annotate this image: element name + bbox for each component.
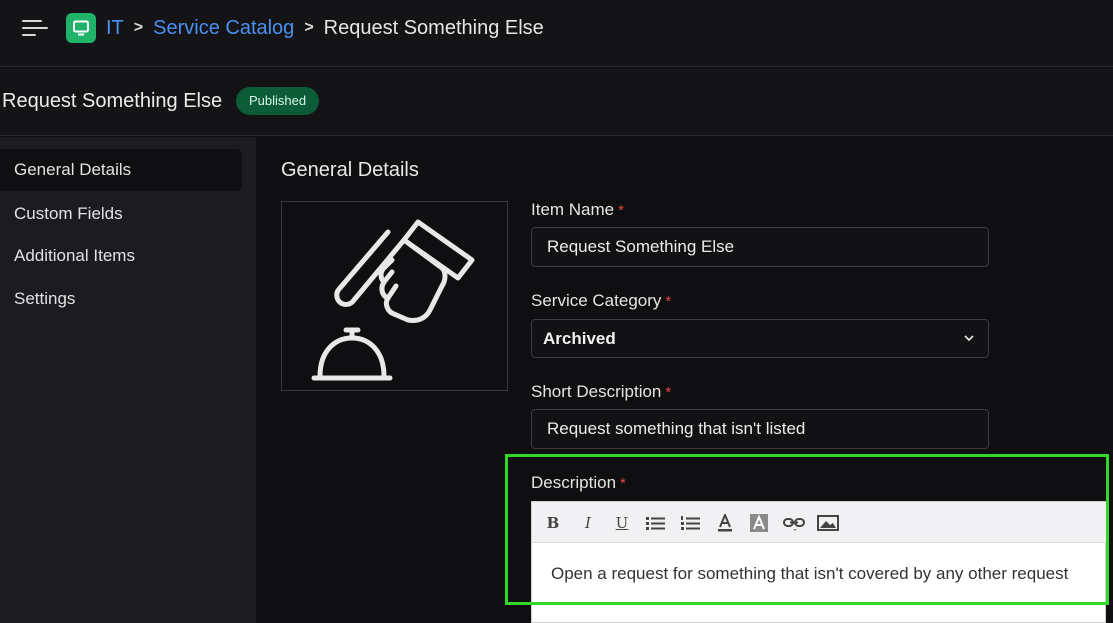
breadcrumb-separator: > [133,19,144,36]
item-name-input[interactable]: Request Something Else [531,227,989,267]
link-icon[interactable] [783,513,805,533]
hand-ringing-bell-icon [311,219,475,381]
required-marker: * [665,384,672,401]
required-marker: * [620,475,626,492]
numbered-list-icon[interactable] [680,513,702,533]
top-bar: IT > Service Catalog > Request Something… [0,0,1113,67]
item-image[interactable] [281,201,508,391]
short-description-label-text: Short Description [531,382,662,401]
background-color-icon[interactable] [748,513,770,533]
breadcrumb-separator: > [304,19,314,36]
short-description-label: Short Description * [531,382,671,402]
sidebar-item-settings[interactable]: Settings [0,278,242,320]
service-category-label: Service Category * [531,291,671,311]
image-icon[interactable] [817,513,839,533]
breadcrumb-it[interactable]: IT [106,17,124,40]
page-title: Request Something Else [2,90,223,112]
breadcrumb-service-catalog[interactable]: Service Catalog [153,17,294,40]
item-name-label-text: Item Name [531,200,615,219]
sidebar: General Details Custom Fields Additional… [0,137,256,623]
menu-icon[interactable] [22,18,50,38]
description-editor-content[interactable]: Open a request for something that isn't … [551,564,1068,584]
description-label: Description * [531,473,626,493]
service-category-value: Archived [543,329,616,348]
breadcrumb-current: Request Something Else [323,16,544,39]
service-category-label-text: Service Category [531,291,662,310]
text-color-icon[interactable] [714,513,736,533]
description-editor: B I U Open a request for something that … [531,501,1107,623]
underline-icon[interactable]: U [611,513,633,533]
section-title: General Details [281,159,419,181]
italic-icon[interactable]: I [577,513,599,533]
sidebar-item-general-details[interactable]: General Details [0,149,242,191]
breadcrumb: IT > Service Catalog > Request Something… [106,16,544,40]
monitor-icon[interactable] [66,13,96,43]
required-marker: * [665,293,672,310]
service-category-select[interactable]: Archived [531,319,989,358]
page-header: Request Something Else Published [0,68,1113,136]
sidebar-item-additional-items[interactable]: Additional Items [0,235,242,277]
chevron-down-icon [964,335,974,342]
description-label-text: Description [531,473,617,492]
bulleted-list-icon[interactable] [645,513,667,533]
editor-toolbar: B I U [532,502,1107,543]
bold-icon[interactable]: B [542,513,564,533]
status-badge: Published [236,87,320,115]
required-marker: * [618,202,624,219]
item-name-label: Item Name * [531,200,624,220]
short-description-input[interactable]: Request something that isn't listed [531,409,989,449]
sidebar-item-custom-fields[interactable]: Custom Fields [0,193,242,235]
